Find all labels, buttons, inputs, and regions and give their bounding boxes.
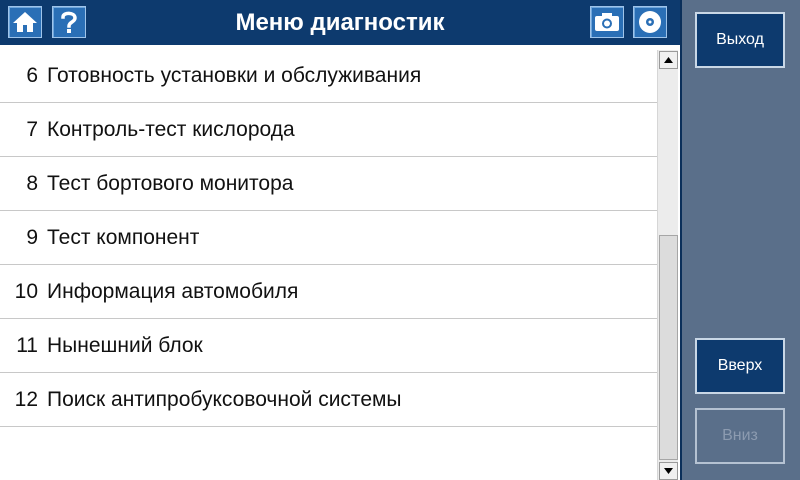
diagnostics-menu-screen: Меню диагностик 6 Готовность установки и…: [0, 0, 800, 480]
page-down-button: Вниз: [695, 408, 785, 464]
side-panel: Выход Вверх Вниз: [680, 0, 800, 480]
item-number: 7: [26, 117, 38, 141]
triangle-down-icon: [664, 468, 673, 474]
scroll-down-button[interactable]: [659, 462, 678, 480]
scrollbar-thumb[interactable]: [659, 235, 678, 460]
item-label: Контроль-тест кислорода: [47, 117, 295, 141]
menu-list: 6 Готовность установки и обслуживания 7 …: [0, 49, 657, 427]
item-number: 9: [26, 225, 38, 249]
item-number: 10: [14, 279, 38, 303]
disc-icon: [639, 11, 661, 33]
menu-list-area: 6 Готовность установки и обслуживания 7 …: [0, 45, 680, 480]
list-item[interactable]: 8 Тест бортового монитора: [0, 157, 657, 211]
page-up-button[interactable]: Вверх: [695, 338, 785, 394]
item-label: Информация автомобиля: [47, 279, 299, 303]
list-item[interactable]: 9 Тест компонент: [0, 211, 657, 265]
item-label: Готовность установки и обслуживания: [47, 63, 422, 87]
item-number: 8: [26, 171, 38, 195]
header-bar: Меню диагностик: [0, 0, 680, 45]
list-item[interactable]: 11 Нынешний блок: [0, 319, 657, 373]
camera-icon: [595, 13, 619, 31]
screenshot-button[interactable]: [590, 6, 624, 38]
exit-button[interactable]: Выход: [695, 12, 785, 68]
help-button[interactable]: [52, 6, 86, 38]
item-label: Тест бортового монитора: [47, 171, 294, 195]
item-number: 11: [16, 333, 38, 357]
list-item[interactable]: 12 Поиск антипробуксовочной системы: [0, 373, 657, 427]
help-icon: [61, 11, 77, 33]
item-number: 6: [26, 63, 38, 87]
item-label: Поиск антипробуксовочной системы: [47, 387, 402, 411]
page-title: Меню диагностик: [235, 9, 445, 36]
list-item[interactable]: 7 Контроль-тест кислорода: [0, 103, 657, 157]
item-label: Тест компонент: [47, 225, 200, 249]
disc-button[interactable]: [633, 6, 667, 38]
home-icon: [13, 12, 37, 32]
scrollbar[interactable]: [657, 50, 678, 480]
triangle-up-icon: [664, 57, 673, 63]
list-item[interactable]: 6 Готовность установки и обслуживания: [0, 49, 657, 103]
home-button[interactable]: [8, 6, 42, 38]
list-item[interactable]: 10 Информация автомобиля: [0, 265, 657, 319]
item-label: Нынешний блок: [47, 333, 203, 357]
item-number: 12: [14, 387, 38, 411]
scroll-up-button[interactable]: [659, 51, 678, 69]
